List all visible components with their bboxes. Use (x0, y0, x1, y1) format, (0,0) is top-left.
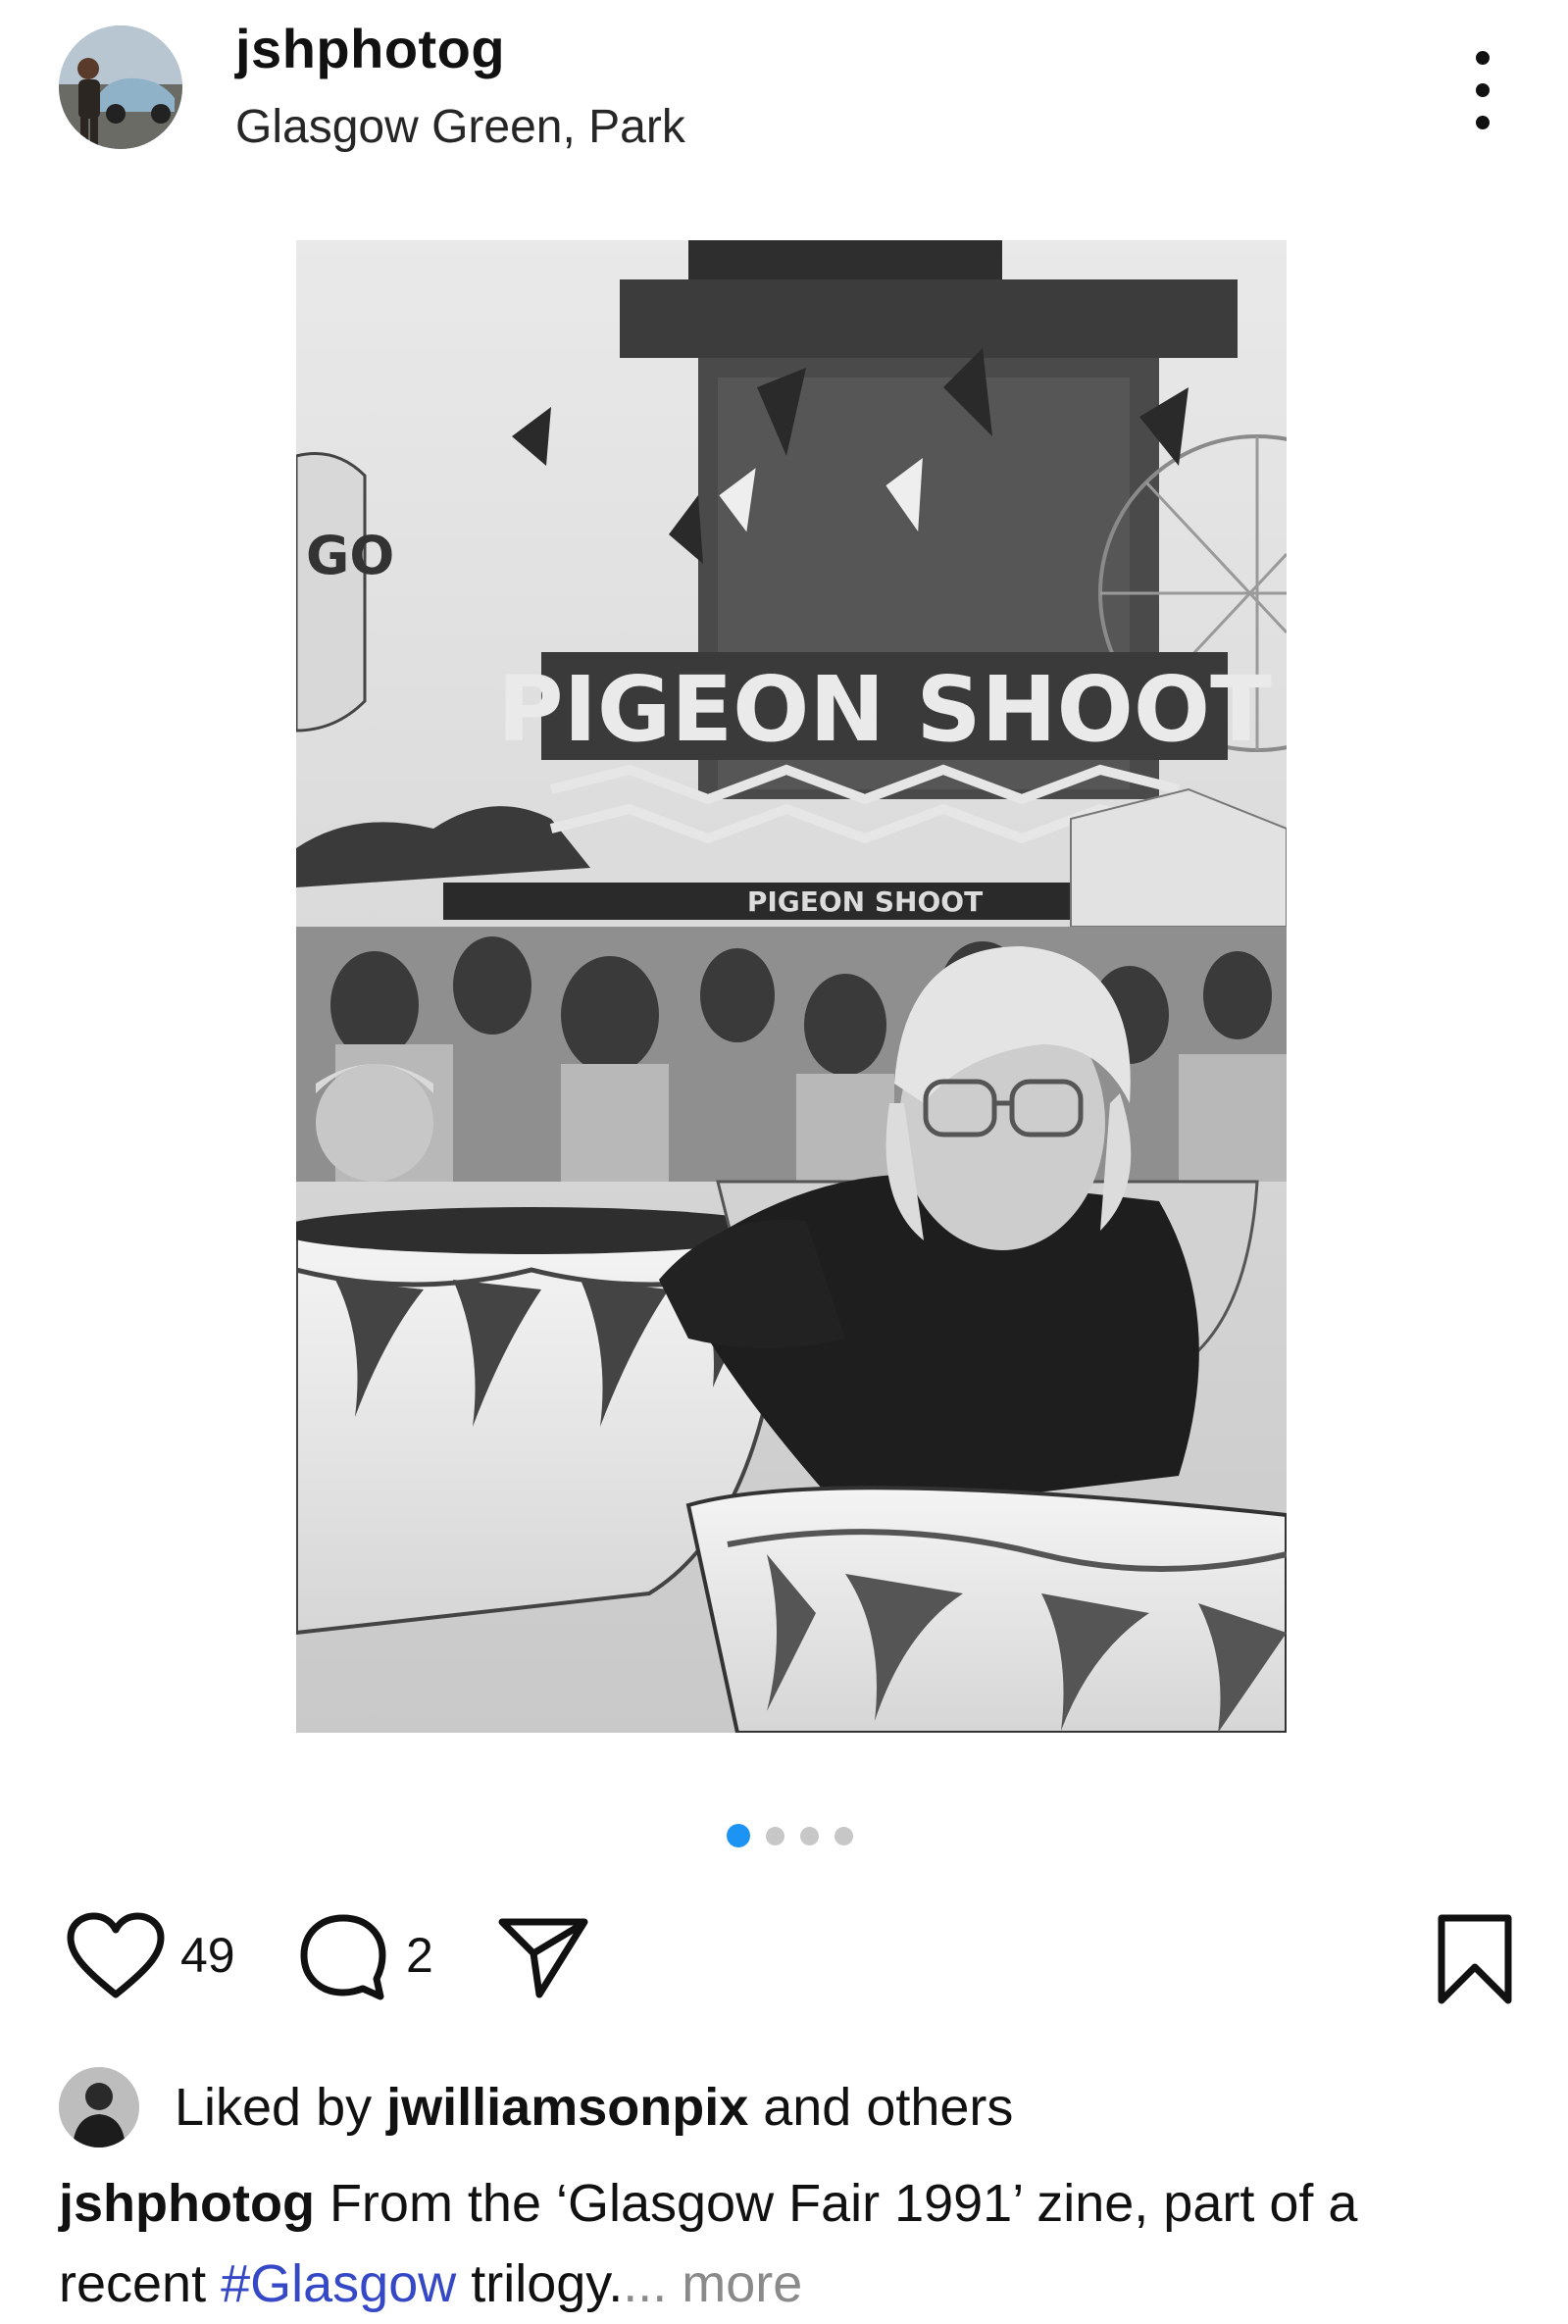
more-vertical-icon (1476, 116, 1490, 129)
caption-username[interactable]: jshphotog (59, 2174, 315, 2233)
sign-left-text: GO (306, 525, 394, 586)
post-header: jshphotog Glasgow Green, Park (0, 0, 1568, 177)
liked-by-row[interactable]: Liked by jwilliamsonpix and others (59, 2063, 1013, 2151)
liked-by-suffix[interactable]: and others (748, 2078, 1013, 2137)
liker-avatar[interactable] (59, 2067, 139, 2147)
sign-small-text: PIGEON SHOOT (747, 885, 983, 918)
caption-more-link[interactable]: ... more (623, 2254, 802, 2313)
post-username[interactable]: jshphotog (235, 14, 505, 84)
comment-icon (300, 1914, 386, 2000)
more-options-button[interactable] (1461, 51, 1504, 129)
more-vertical-icon (1476, 83, 1490, 97)
like-button[interactable] (67, 1912, 165, 2005)
carousel-dot-active (727, 1824, 750, 1847)
post-caption: jshphotog From the ‘Glasgow Fair 1991’ z… (59, 2163, 1510, 2324)
carousel-indicator (0, 1824, 1568, 1847)
sign-main-text: PIGEON SHOOT (497, 657, 1272, 762)
carousel-dot (766, 1826, 784, 1845)
action-bar: 49 2 (0, 1912, 1568, 2020)
liked-by-user[interactable]: jwilliamsonpix (386, 2078, 748, 2137)
bookmark-icon (1438, 1914, 1512, 2004)
save-button[interactable] (1434, 1912, 1516, 2011)
comment-button[interactable] (296, 1910, 390, 2009)
share-button[interactable] (496, 1914, 590, 2005)
caption-text-end: trilogy. (456, 2254, 624, 2313)
post-photo[interactable]: PIGEON SHOOT PIGEON SHOOT GO (296, 240, 1287, 1733)
liked-by-text: Liked by jwilliamsonpix and others (175, 2073, 1013, 2142)
post-location[interactable]: Glasgow Green, Park (235, 96, 685, 159)
heart-icon (67, 1912, 165, 1998)
like-count[interactable]: 49 (180, 1926, 235, 1985)
comment-count[interactable]: 2 (406, 1926, 433, 1985)
caption-hashtag[interactable]: #Glasgow (221, 2254, 456, 2313)
carousel-dot (835, 1826, 853, 1845)
liked-by-prefix: Liked by (175, 2078, 387, 2137)
profile-avatar[interactable] (59, 25, 182, 149)
carousel-dot (800, 1826, 819, 1845)
more-vertical-icon (1476, 51, 1490, 65)
send-icon (498, 1918, 588, 1998)
